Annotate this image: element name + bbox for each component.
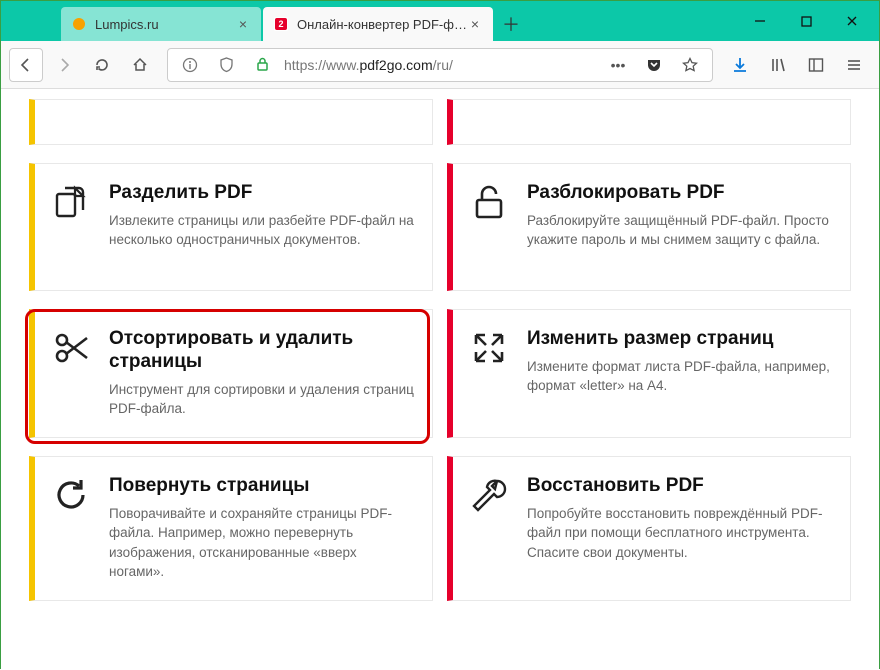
card-title: Изменить размер страниц bbox=[527, 328, 832, 351]
tab-favicon-lumpics bbox=[71, 16, 87, 32]
unlock-icon bbox=[467, 182, 511, 226]
close-window-button[interactable] bbox=[829, 1, 875, 41]
scissors-icon bbox=[49, 328, 93, 372]
info-icon[interactable] bbox=[176, 51, 204, 79]
maximize-button[interactable] bbox=[783, 1, 829, 41]
card-rotate-pages[interactable]: Повернуть страницы Поворачивайте и сохра… bbox=[29, 456, 433, 601]
library-button[interactable] bbox=[761, 48, 795, 82]
card-unlock-pdf[interactable]: Разблокировать PDF Разблокируйте защищён… bbox=[447, 163, 851, 291]
copy-icon bbox=[49, 182, 93, 226]
new-tab-button[interactable]: ＋ bbox=[495, 7, 527, 41]
shield-icon[interactable] bbox=[212, 51, 240, 79]
toolbar: https://www.pdf2go.com/ru/ ••• bbox=[1, 41, 879, 89]
tab-title: Онлайн-конвертер PDF-файл bbox=[297, 17, 467, 32]
card-desc: Извлеките страницы или разбейте PDF-файл… bbox=[109, 211, 414, 250]
url-suffix: /ru/ bbox=[433, 57, 453, 73]
back-button[interactable] bbox=[9, 48, 43, 82]
card-stub[interactable] bbox=[29, 99, 433, 145]
card-title: Разделить PDF bbox=[109, 182, 414, 205]
wrench-icon bbox=[467, 475, 511, 519]
card-title: Разблокировать PDF bbox=[527, 182, 832, 205]
page-actions-icon[interactable]: ••• bbox=[604, 51, 632, 79]
page-content: Разделить PDF Извлеките страницы или раз… bbox=[1, 89, 879, 670]
home-button[interactable] bbox=[123, 48, 157, 82]
url-text: https://www.pdf2go.com/ru/ bbox=[284, 57, 596, 73]
tab-favicon-pdf2go: 2 bbox=[273, 16, 289, 32]
downloads-button[interactable] bbox=[723, 48, 757, 82]
url-prefix: https://www. bbox=[284, 57, 359, 73]
card-title: Отсортировать и удалить страницы bbox=[109, 328, 414, 374]
tools-grid: Разделить PDF Извлеките страницы или раз… bbox=[1, 99, 879, 625]
menu-button[interactable] bbox=[837, 48, 871, 82]
card-title: Повернуть страницы bbox=[109, 475, 414, 498]
tabs-strip: Lumpics.ru × 2 Онлайн-конвертер PDF-файл… bbox=[1, 1, 737, 41]
card-desc: Попробуйте восстановить повреждённый PDF… bbox=[527, 504, 832, 563]
card-desc: Разблокируйте защищённый PDF-файл. Прост… bbox=[527, 211, 832, 250]
card-desc: Поворачивайте и сохраняйте страницы PDF-… bbox=[109, 504, 414, 582]
pocket-icon[interactable] bbox=[640, 51, 668, 79]
expand-icon bbox=[467, 328, 511, 372]
close-icon[interactable]: × bbox=[235, 16, 251, 32]
card-repair-pdf[interactable]: Восстановить PDF Попробуйте восстановить… bbox=[447, 456, 851, 601]
tab-pdf2go[interactable]: 2 Онлайн-конвертер PDF-файл × bbox=[263, 7, 493, 41]
card-desc: Инструмент для сортировки и удаления стр… bbox=[109, 380, 414, 419]
url-bar[interactable]: https://www.pdf2go.com/ru/ ••• bbox=[167, 48, 713, 82]
minimize-button[interactable] bbox=[737, 1, 783, 41]
star-icon[interactable] bbox=[676, 51, 704, 79]
reload-button[interactable] bbox=[85, 48, 119, 82]
card-title: Восстановить PDF bbox=[527, 475, 832, 498]
tab-lumpics[interactable]: Lumpics.ru × bbox=[61, 7, 261, 41]
close-icon[interactable]: × bbox=[467, 16, 483, 32]
card-desc: Измените формат листа PDF-файла, наприме… bbox=[527, 357, 832, 396]
svg-text:2: 2 bbox=[278, 19, 283, 29]
rotate-icon bbox=[49, 475, 93, 519]
card-sort-delete[interactable]: Отсортировать и удалить страницы Инструм… bbox=[29, 309, 433, 438]
tab-title: Lumpics.ru bbox=[95, 17, 235, 32]
card-split-pdf[interactable]: Разделить PDF Извлеките страницы или раз… bbox=[29, 163, 433, 291]
window-controls bbox=[737, 1, 879, 41]
sidebar-button[interactable] bbox=[799, 48, 833, 82]
forward-button[interactable] bbox=[47, 48, 81, 82]
titlebar: Lumpics.ru × 2 Онлайн-конвертер PDF-файл… bbox=[1, 1, 879, 41]
card-stub[interactable] bbox=[447, 99, 851, 145]
card-resize-pages[interactable]: Изменить размер страниц Измените формат … bbox=[447, 309, 851, 438]
url-domain: pdf2go.com bbox=[359, 57, 432, 73]
lock-icon bbox=[248, 51, 276, 79]
